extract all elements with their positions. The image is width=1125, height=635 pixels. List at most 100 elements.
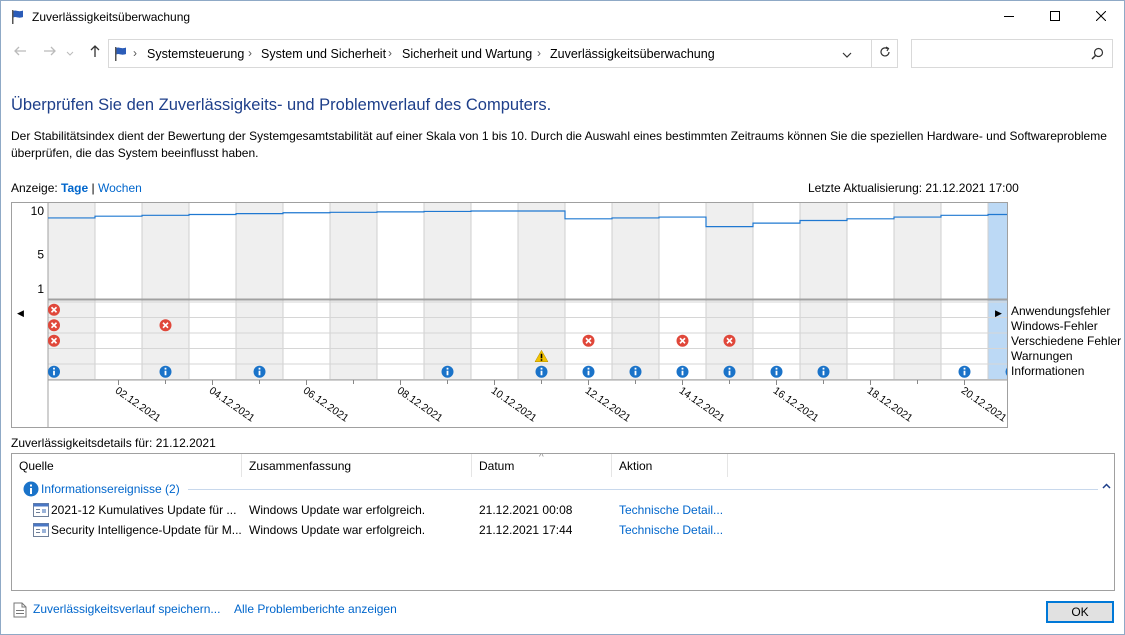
info-i-stem <box>822 370 825 376</box>
day-column <box>894 203 941 380</box>
breadcrumb-systemsteuerung[interactable]: Systemsteuerung <box>147 47 244 61</box>
info-i-dot <box>258 367 261 370</box>
warning-exclamation <box>540 353 543 359</box>
day-column <box>847 203 894 380</box>
x-tick-label: 02.12.2021 <box>113 385 163 425</box>
close-icon <box>1095 10 1107 24</box>
info-i-dot <box>681 367 684 370</box>
day-column <box>424 203 471 380</box>
warning-dot <box>540 359 543 361</box>
details-row[interactable]: 2021-12 Kumulatives Update für ... Windo… <box>12 500 1114 520</box>
address-bar[interactable]: › Systemsteuerung › System und Sicherhei… <box>108 39 898 68</box>
column-header-zusammenfassung[interactable]: Zusammenfassung <box>242 454 472 477</box>
details-label: Zuverlässigkeitsdetails für: 21.12.2021 <box>11 436 216 450</box>
group-header-information-events[interactable]: Informationsereignisse (2) <box>20 481 1111 499</box>
legend-windows-fehler: Windows-Fehler <box>1011 319 1098 333</box>
day-column <box>565 203 612 380</box>
info-i-stem <box>164 370 167 376</box>
row-technical-details-link[interactable]: Technische Detail... <box>619 503 723 517</box>
reliability-chart[interactable]: 10 5 1 02.12.2021 04.12.2021 06.12.2021 08.12.… <box>11 202 1008 428</box>
chart-scroll-left-icon[interactable]: ◀ <box>17 308 24 319</box>
row-date: 21.12.2021 00:08 <box>479 503 573 517</box>
row-summary: Windows Update war erfolgreich. <box>249 523 426 537</box>
info-i-stem <box>681 370 684 376</box>
info-i-dot <box>446 367 449 370</box>
view-selector: Anzeige: Tage | Wochen <box>11 181 142 195</box>
last-update-text: Letzte Aktualisierung: 21.12.2021 17:00 <box>808 181 1019 195</box>
forward-button[interactable] <box>41 43 59 61</box>
breadcrumb-zuverlaessigkeit[interactable]: Zuverlässigkeitsüberwachung <box>550 47 715 61</box>
details-row[interactable]: Security Intelligence-Update für M... Wi… <box>12 520 1114 540</box>
column-header-aktion[interactable]: Aktion <box>612 454 728 477</box>
chevron-down-icon <box>66 44 74 60</box>
minimize-button[interactable] <box>986 1 1032 33</box>
up-button[interactable] <box>86 43 104 61</box>
row-source: 2021-12 Kumulatives Update für ... <box>51 503 237 517</box>
page-heading: Überprüfen Sie den Zuverlässigkeits- und… <box>11 96 552 114</box>
reliability-chart-svg: 10 5 1 02.12.2021 04.12.2021 06.12.2021 08.12.… <box>31 203 1007 427</box>
search-icon <box>1091 47 1104 63</box>
info-i-stem <box>963 370 966 376</box>
x-tick-label: 08.12.2021 <box>395 385 445 425</box>
day-column <box>471 203 518 380</box>
legend-warnungen: Warnungen <box>1011 349 1073 363</box>
x-tick-label: 12.12.2021 <box>583 385 633 425</box>
all-problem-reports-link[interactable]: Alle Problemberichte anzeigen <box>234 602 397 616</box>
chart-scroll-right-icon[interactable]: ▶ <box>995 308 1002 319</box>
details-list: Quelle Zusammenfassung Datum Aktion ^ In… <box>11 453 1115 591</box>
info-i-dot <box>963 367 966 370</box>
sort-ascending-icon: ^ <box>539 453 544 463</box>
legend-verschiedene-fehler: Verschiedene Fehler <box>1011 334 1122 348</box>
breadcrumb-system-und-sicherheit[interactable]: System und Sicherheit <box>261 47 386 61</box>
info-i-dot <box>822 367 825 370</box>
x-tick-label: 04.12.2021 <box>207 385 257 425</box>
row-technical-details-link[interactable]: Technische Detail... <box>619 523 723 537</box>
ok-button[interactable]: OK <box>1046 601 1114 623</box>
info-i-stem <box>258 370 261 376</box>
day-column <box>330 203 377 380</box>
x-tick-label: 20.12.2021 <box>959 385 1007 425</box>
info-i-stem <box>728 370 731 376</box>
column-header-quelle[interactable]: Quelle <box>12 454 242 477</box>
update-icon <box>33 523 49 540</box>
breadcrumb-separator: › <box>248 46 252 60</box>
info-i-dot <box>53 367 55 370</box>
day-column <box>236 203 283 380</box>
title-bar: Zuverlässigkeitsüberwachung <box>1 1 1124 33</box>
day-column <box>612 203 659 380</box>
collapse-chevron-icon[interactable] <box>1102 481 1111 492</box>
refresh-button[interactable] <box>871 40 898 67</box>
day-column <box>706 203 753 380</box>
y-tick-label: 10 <box>31 204 45 218</box>
close-button[interactable] <box>1078 1 1124 33</box>
day-column <box>659 203 706 380</box>
info-i-stem <box>446 370 449 376</box>
day-column <box>753 203 800 380</box>
refresh-icon <box>879 46 891 61</box>
info-i-stem <box>587 370 590 376</box>
day-column <box>283 203 330 380</box>
info-i-dot <box>775 367 778 370</box>
day-column <box>377 203 424 380</box>
view-weeks-link[interactable]: Wochen <box>98 181 142 195</box>
info-i-dot <box>164 367 167 370</box>
forward-arrow-icon <box>43 44 57 61</box>
x-tick-label: 14.12.2021 <box>677 385 727 425</box>
row-summary: Windows Update war erfolgreich. <box>249 503 426 517</box>
view-days-link[interactable]: Tage <box>61 181 88 195</box>
address-dropdown-icon[interactable] <box>842 48 852 62</box>
day-column <box>142 203 189 380</box>
x-tick-label: 18.12.2021 <box>865 385 915 425</box>
flag-icon <box>113 46 129 65</box>
info-i-stem <box>53 370 55 376</box>
search-box[interactable] <box>911 39 1113 68</box>
save-history-link[interactable]: Zuverlässigkeitsverlauf speichern... <box>33 602 220 616</box>
maximize-icon <box>1050 10 1060 24</box>
maximize-button[interactable] <box>1032 1 1078 33</box>
recent-locations-button[interactable] <box>65 43 75 61</box>
day-column <box>988 203 1007 380</box>
back-button[interactable] <box>11 43 29 61</box>
breadcrumb-sicherheit-und-wartung[interactable]: Sicherheit und Wartung <box>402 47 532 61</box>
day-column <box>189 203 236 380</box>
page-description: Der Stabilitätsindex dient der Bewertung… <box>11 129 1107 160</box>
